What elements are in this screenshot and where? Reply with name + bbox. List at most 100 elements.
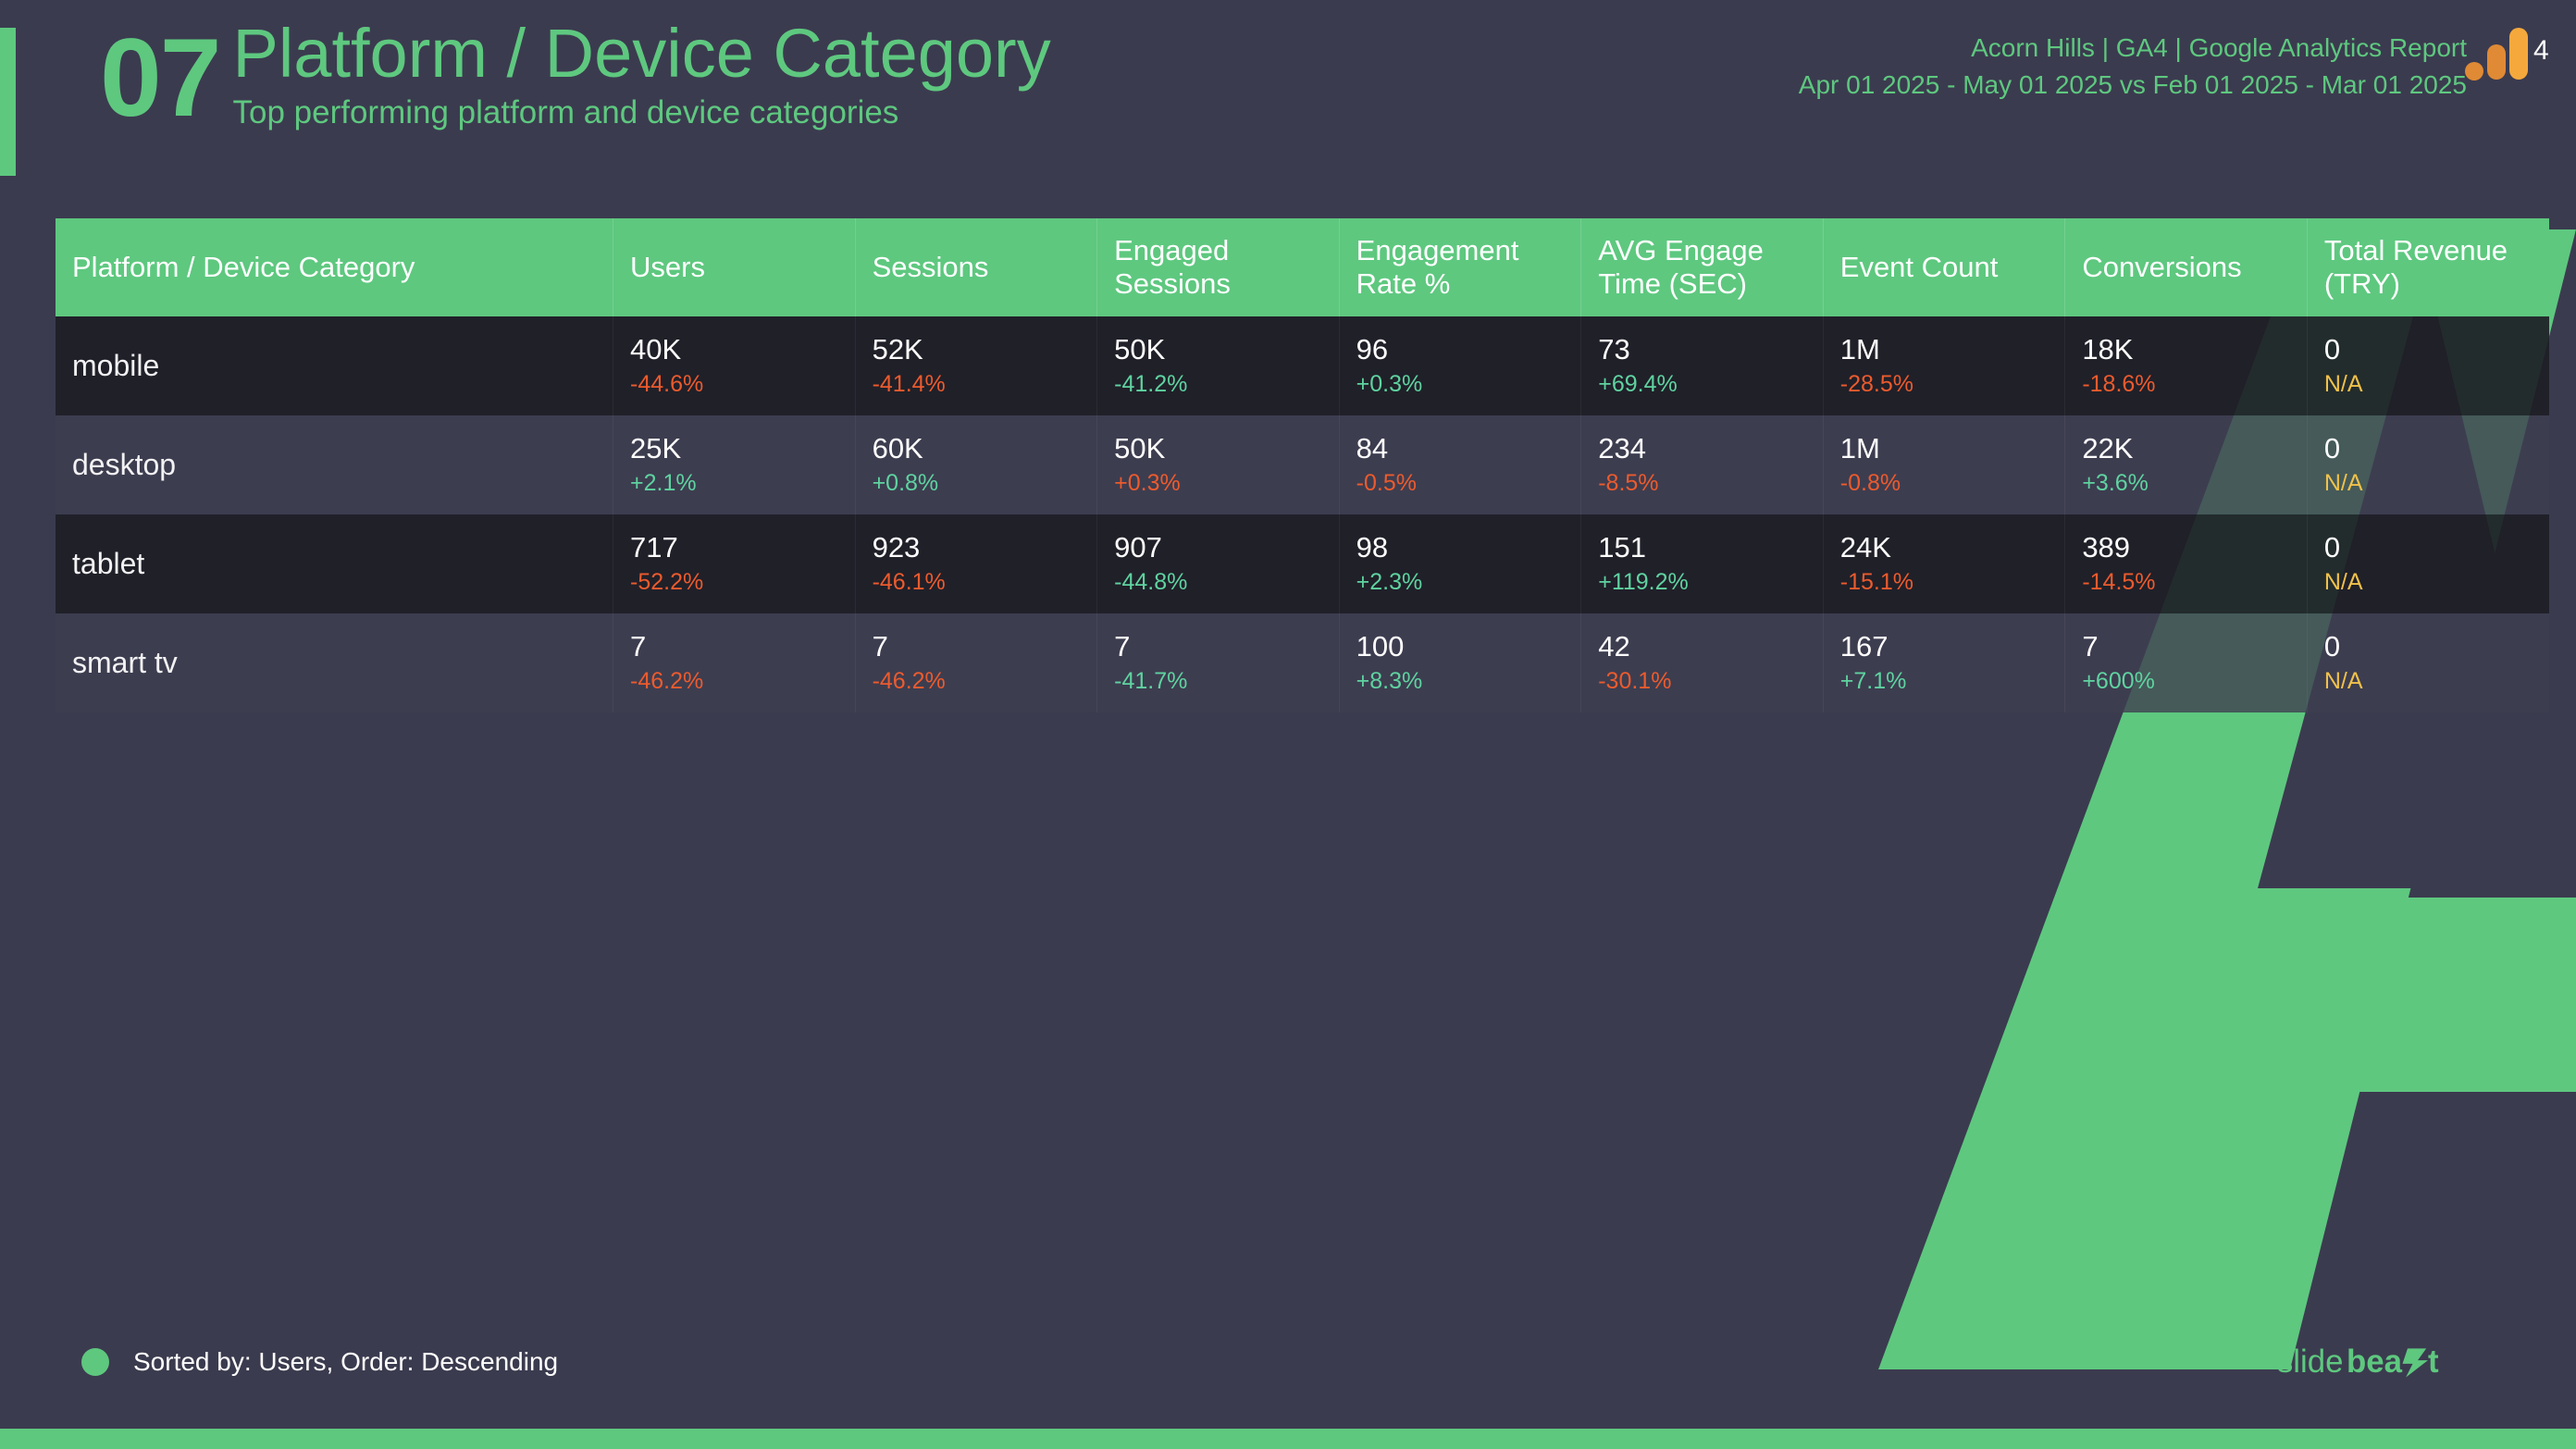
cell-metric: 167 +7.1% xyxy=(1822,613,2065,712)
table-body: mobile 40K -44.6% 52K -41.4% 50K -41.2% 96 +0.3%… xyxy=(56,316,2549,712)
report-meta: Acorn Hills | GA4 | Google Analytics Rep… xyxy=(1799,30,2467,104)
cell-metric: 84 -0.5% xyxy=(1338,415,1581,514)
google-analytics-4-icon: 4 xyxy=(2465,28,2549,80)
footer-sort-note: Sorted by: Users, Order: Descending xyxy=(81,1347,558,1377)
metric-value: 717 xyxy=(630,531,678,564)
metric-delta: -41.7% xyxy=(1114,668,1188,695)
cell-metric: 73 +69.4% xyxy=(1580,316,1824,415)
metric-value: 96 xyxy=(1356,333,1389,366)
table-row: smart tv 7 -46.2% 7 -46.2% 7 -41.7% 100 +8.3% 42 -… xyxy=(56,613,2549,712)
cell-metric: 40K -44.6% xyxy=(613,316,856,415)
slidebeast-lightning-icon xyxy=(2402,1348,2428,1378)
column-header-total-revenue[interactable]: Total Revenue (TRY) xyxy=(2306,218,2549,316)
metric-delta: +0.3% xyxy=(1114,470,1181,497)
header-accent-bar xyxy=(0,28,16,176)
column-header-event-count[interactable]: Event Count xyxy=(1822,218,2065,316)
cell-metric: 907 -44.8% xyxy=(1096,514,1340,613)
cell-metric: 25K +2.1% xyxy=(613,415,856,514)
metric-value: 7 xyxy=(872,630,888,663)
metric-delta: -15.1% xyxy=(1839,569,1913,596)
table-row: tablet 717 -52.2% 923 -46.1% 907 -44.8% 98 +2.3%… xyxy=(56,514,2549,613)
metric-delta: +7.1% xyxy=(1839,668,1907,695)
metric-value: 907 xyxy=(1114,531,1162,564)
metric-value: 923 xyxy=(872,531,921,564)
cell-metric: 100 +8.3% xyxy=(1338,613,1581,712)
title-block: 07 Platform / Device Category Top perfor… xyxy=(100,17,1051,133)
metric-value: 25K xyxy=(630,432,682,465)
category-label: tablet xyxy=(72,547,145,580)
cell-metric: 389 -14.5% xyxy=(2064,514,2308,613)
metric-value: 7 xyxy=(630,630,647,663)
cell-category: smart tv xyxy=(56,613,613,712)
cell-metric: 22K +3.6% xyxy=(2064,415,2308,514)
report-source-line: Acorn Hills | GA4 | Google Analytics Rep… xyxy=(1971,33,2467,62)
metric-value: 98 xyxy=(1356,531,1389,564)
sort-note-label: Sorted by: Users, Order: Descending xyxy=(133,1347,559,1376)
metric-value: 100 xyxy=(1356,630,1405,663)
metric-delta: -30.1% xyxy=(1598,668,1672,695)
metric-delta: +69.4% xyxy=(1598,371,1678,398)
metric-delta: -41.4% xyxy=(872,371,946,398)
metric-delta: +0.8% xyxy=(872,470,939,497)
metric-value: 60K xyxy=(872,432,923,465)
column-header-users[interactable]: Users xyxy=(613,218,856,316)
cell-metric: 1M -0.8% xyxy=(1822,415,2065,514)
cell-metric: 52K -41.4% xyxy=(854,316,1097,415)
bullet-dot-icon xyxy=(81,1348,109,1376)
metric-delta: +2.3% xyxy=(1356,569,1423,596)
cell-metric: 98 +2.3% xyxy=(1338,514,1581,613)
cell-metric: 0 N/A xyxy=(2306,514,2549,613)
platform-device-category-table: Platform / Device Category Users Session… xyxy=(56,218,2549,712)
metric-delta: -46.2% xyxy=(872,668,946,695)
slide-number: 07 xyxy=(100,16,221,140)
cell-metric: 7 -46.2% xyxy=(613,613,856,712)
cell-metric: 923 -46.1% xyxy=(854,514,1097,613)
metric-delta: -46.2% xyxy=(630,668,704,695)
report-date-range-line: Apr 01 2025 - May 01 2025 vs Feb 01 2025… xyxy=(1798,69,2467,99)
cell-metric: 42 -30.1% xyxy=(1580,613,1824,712)
slidebeast-logo-light-text: slide xyxy=(2277,1344,2344,1380)
cell-category: desktop xyxy=(56,415,613,514)
metric-delta: -52.2% xyxy=(630,569,704,596)
metric-value: 0 xyxy=(2323,432,2341,465)
ga-logo-version-label: 4 xyxy=(2533,35,2549,66)
column-header-sessions[interactable]: Sessions xyxy=(854,218,1097,316)
metric-delta: +0.3% xyxy=(1356,371,1423,398)
metric-value: 0 xyxy=(2323,630,2341,663)
cell-metric: 7 -41.7% xyxy=(1096,613,1340,712)
cell-metric: 1M -28.5% xyxy=(1822,316,2065,415)
category-label: desktop xyxy=(72,448,177,481)
cell-metric: 24K -15.1% xyxy=(1822,514,2065,613)
cell-metric: 18K -18.6% xyxy=(2064,316,2308,415)
metric-value: 167 xyxy=(1839,630,1889,663)
metric-delta: -0.8% xyxy=(1839,470,1901,497)
metric-value: 7 xyxy=(2082,630,2099,663)
metric-delta: -14.5% xyxy=(2082,569,2156,596)
metric-delta: +119.2% xyxy=(1598,569,1689,596)
metric-delta: -41.2% xyxy=(1114,371,1188,398)
column-header-engagement-rate[interactable]: Engagement Rate % xyxy=(1338,218,1581,316)
table-row: desktop 25K +2.1% 60K +0.8% 50K +0.3% 84 -0.5% 23… xyxy=(56,415,2549,514)
page-subtitle: Top performing platform and device categ… xyxy=(232,93,899,130)
column-header-avg-engage-time[interactable]: AVG Engage Time (SEC) xyxy=(1580,218,1824,316)
metric-value: 73 xyxy=(1598,333,1630,366)
metric-value: 151 xyxy=(1598,531,1646,564)
column-header-conversions[interactable]: Conversions xyxy=(2064,218,2308,316)
slide-root: 07 Platform / Device Category Top perfor… xyxy=(0,0,2576,1449)
metric-delta: +3.6% xyxy=(2082,470,2149,497)
column-header-engaged-sessions[interactable]: Engaged Sessions xyxy=(1096,218,1340,316)
cell-metric: 60K +0.8% xyxy=(854,415,1097,514)
metric-delta: N/A xyxy=(2323,371,2363,398)
metric-delta: +2.1% xyxy=(630,470,697,497)
table-row: mobile 40K -44.6% 52K -41.4% 50K -41.2% 96 +0.3%… xyxy=(56,316,2549,415)
cell-metric: 0 N/A xyxy=(2306,415,2549,514)
metric-delta: N/A xyxy=(2323,668,2363,695)
metric-delta: N/A xyxy=(2323,470,2363,497)
page-title: Platform / Device Category xyxy=(232,15,1051,92)
metric-delta: -18.6% xyxy=(2082,371,2156,398)
cell-metric: 7 -46.2% xyxy=(854,613,1097,712)
metric-value: 1M xyxy=(1839,432,1880,465)
slidebeast-logo: slide bea t xyxy=(2277,1344,2439,1380)
column-header-platform-device-category[interactable]: Platform / Device Category xyxy=(56,218,613,316)
slidebeast-logo-bold-text-end: t xyxy=(2428,1344,2439,1380)
